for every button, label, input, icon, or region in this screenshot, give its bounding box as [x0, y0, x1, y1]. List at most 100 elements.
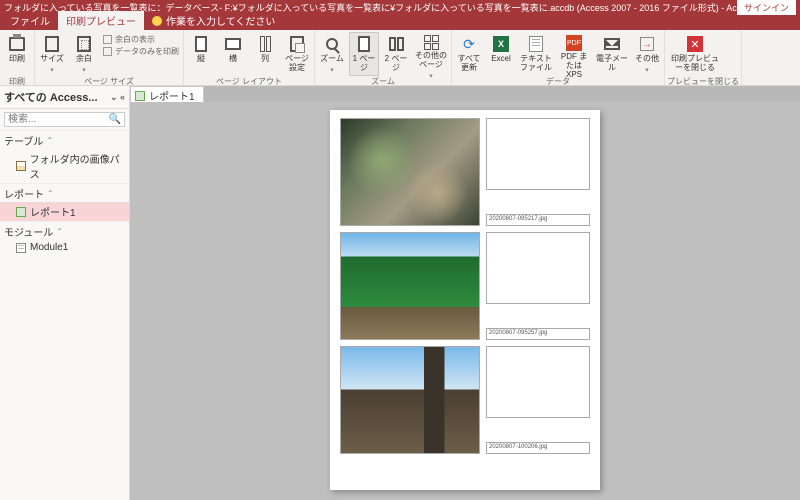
nav-search-input[interactable] [5, 113, 106, 126]
portrait-button[interactable]: 縦 [186, 32, 216, 76]
more-pages-icon [424, 35, 439, 50]
close-label: 印刷プレビューを閉じる [668, 55, 722, 73]
ribbon-group-close: ✕印刷プレビューを閉じる プレビューを閉じる [665, 30, 742, 85]
nav-item-table-imagepaths[interactable]: フォルダ内の画像パス [0, 149, 129, 183]
more-pages-label: その他のページ [414, 52, 448, 70]
two-page-button[interactable]: 2 ページ [381, 32, 411, 76]
page-size-icon [45, 36, 59, 52]
report-image [340, 346, 480, 454]
nav-group-reports-label: レポート [4, 186, 44, 201]
report-field-large [486, 346, 590, 418]
close-icon: ✕ [687, 36, 703, 52]
columns-label: 列 [261, 55, 269, 64]
excel-icon: X [493, 36, 509, 52]
ribbon-group-zoom: ズーム▾ 1 ページ 2 ページ その他のページ▾ ズーム [315, 30, 452, 85]
data-only-label: データのみを印刷 [115, 46, 179, 57]
print-label: 印刷 [9, 55, 25, 64]
nav-group-reports[interactable]: レポート⌃ [0, 183, 129, 202]
tab-print-preview[interactable]: 印刷プレビュー [58, 11, 144, 30]
mail-icon [604, 38, 620, 50]
report-image [340, 232, 480, 340]
report-row: 20200807-095217.jpg [340, 118, 590, 226]
margins-label: 余白 [76, 55, 92, 64]
export-pdf-button[interactable]: PDFPDF または XPS [556, 32, 592, 76]
one-page-icon [358, 36, 370, 52]
refresh-label: すべて更新 [455, 55, 483, 73]
nav-group-modules[interactable]: モジュール⌃ [0, 221, 129, 240]
zoom-label: ズーム [320, 55, 344, 64]
tell-me-box[interactable]: 作業を入力してください [144, 11, 283, 30]
report-page: 20200807-095217.jpg 20200807-095257.jpg … [330, 110, 600, 490]
chevron-down-icon: ⌄ « [110, 92, 125, 103]
nav-group-tables[interactable]: テーブル⌃ [0, 130, 129, 149]
portrait-label: 縦 [197, 55, 205, 64]
show-margins-checkbox[interactable]: 余白の表示 [103, 34, 179, 45]
caret-icon: ⌃ [46, 136, 53, 145]
show-margins-label: 余白の表示 [115, 34, 155, 45]
report-icon [16, 207, 26, 217]
nav-item-report1[interactable]: レポート1 [0, 202, 129, 221]
export-mail-button[interactable]: 電子メール [594, 32, 630, 76]
more-pages-button[interactable]: その他のページ▾ [413, 32, 449, 76]
lightbulb-icon [152, 16, 162, 26]
other-label: その他 [635, 55, 659, 64]
nav-item-module1[interactable]: Module1 [0, 240, 129, 255]
two-page-icon [389, 37, 404, 51]
landscape-label: 横 [229, 55, 237, 64]
nav-search[interactable]: 🔍 [4, 112, 125, 127]
report-caption-field: 20200807-095217.jpg [486, 214, 590, 226]
table-icon [16, 161, 26, 171]
portrait-icon [195, 36, 207, 52]
columns-icon [260, 36, 271, 52]
nav-item-label: Module1 [30, 242, 68, 253]
export-other-button[interactable]: →その他▾ [632, 32, 662, 76]
one-page-label: 1 ページ [350, 55, 378, 73]
data-only-checkbox[interactable]: データのみを印刷 [103, 46, 179, 57]
preview-canvas[interactable]: 20200807-095217.jpg 20200807-095257.jpg … [130, 102, 800, 500]
ribbon-group-print: 印刷 印刷 [0, 30, 35, 85]
ribbon-group-layout: 縦 横 列 ページ設定 ページ レイアウト [184, 30, 315, 85]
report-field-large [486, 118, 590, 190]
mail-label: 電子メール [595, 55, 629, 73]
export-excel-button[interactable]: XExcel [486, 32, 516, 76]
nav-title: すべての Access... [4, 89, 98, 105]
zoom-icon [326, 38, 338, 50]
text-file-icon [529, 36, 543, 52]
search-icon: 🔍 [106, 114, 124, 125]
caret-icon: ⌃ [56, 227, 63, 236]
more-icon: → [640, 37, 654, 51]
sign-in-button[interactable]: サインイン [737, 0, 796, 15]
nav-item-label: フォルダ内の画像パス [30, 151, 125, 181]
page-setup-button[interactable]: ページ設定 [282, 32, 312, 76]
print-button[interactable]: 印刷 [2, 32, 32, 76]
document-tab-label: レポート1 [149, 88, 195, 103]
pdf-icon: PDF [566, 35, 582, 51]
nav-header[interactable]: すべての Access... ⌄ « [0, 86, 129, 109]
report-icon [135, 91, 145, 101]
export-text-button[interactable]: テキストファイル [518, 32, 554, 76]
printer-icon [9, 37, 25, 51]
two-page-label: 2 ページ [382, 55, 410, 73]
columns-button[interactable]: 列 [250, 32, 280, 76]
page-size-button[interactable]: サイズ ▾ [37, 32, 67, 76]
landscape-button[interactable]: 横 [218, 32, 248, 76]
ribbon: 印刷 印刷 サイズ ▾ 余白 ▾ 余白の表示 データのみを印刷 ページ サイズ [0, 30, 800, 86]
one-page-button[interactable]: 1 ページ [349, 32, 379, 76]
margins-icon [77, 36, 91, 52]
refresh-all-button[interactable]: ⟳ すべて更新 [454, 32, 484, 76]
navigation-pane: すべての Access... ⌄ « 🔍 テーブル⌃ フォルダ内の画像パス レポ… [0, 86, 130, 500]
refresh-icon: ⟳ [460, 35, 478, 53]
nav-item-label: レポート1 [30, 204, 76, 219]
close-preview-button[interactable]: ✕ 印刷プレビューを閉じる [667, 32, 723, 76]
nav-group-modules-label: モジュール [4, 224, 53, 239]
page-setup-label: ページ設定 [283, 55, 311, 73]
text-label: テキストファイル [519, 55, 553, 73]
zoom-button[interactable]: ズーム▾ [317, 32, 347, 76]
report-row: 20200807-095257.jpg [340, 232, 590, 340]
report-image [340, 118, 480, 226]
margins-button[interactable]: 余白 ▾ [69, 32, 99, 76]
tab-file[interactable]: ファイル [2, 11, 58, 30]
report-row: 20200807-100206.jpg [340, 346, 590, 454]
landscape-icon [225, 38, 241, 50]
tell-me-label: 作業を入力してください [166, 13, 275, 28]
